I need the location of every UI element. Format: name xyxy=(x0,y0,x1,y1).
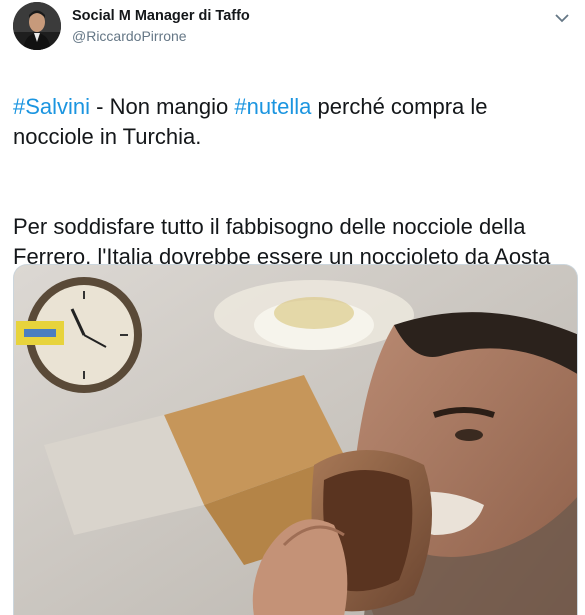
tweet-card: Social M Manager di Taffo @RiccardoPirro… xyxy=(0,0,585,615)
hashtag-link-nutella[interactable]: #nutella xyxy=(234,94,311,119)
tweet-paragraph-1: #Salvini - Non mangio #nutella perché co… xyxy=(13,92,573,152)
hashtag-link-salvini[interactable]: #Salvini xyxy=(13,94,90,119)
chevron-down-icon[interactable] xyxy=(552,8,572,28)
tweet-header: Social M Manager di Taffo @RiccardoPirro… xyxy=(13,2,250,50)
tweet-text-segment: - Non mangio xyxy=(90,94,235,119)
avatar[interactable] xyxy=(13,2,61,50)
display-name[interactable]: Social M Manager di Taffo xyxy=(72,6,250,26)
tweet-media-photo[interactable] xyxy=(13,264,578,615)
author-names: Social M Manager di Taffo @RiccardoPirro… xyxy=(72,6,250,46)
user-handle[interactable]: @RiccardoPirrone xyxy=(72,26,250,46)
